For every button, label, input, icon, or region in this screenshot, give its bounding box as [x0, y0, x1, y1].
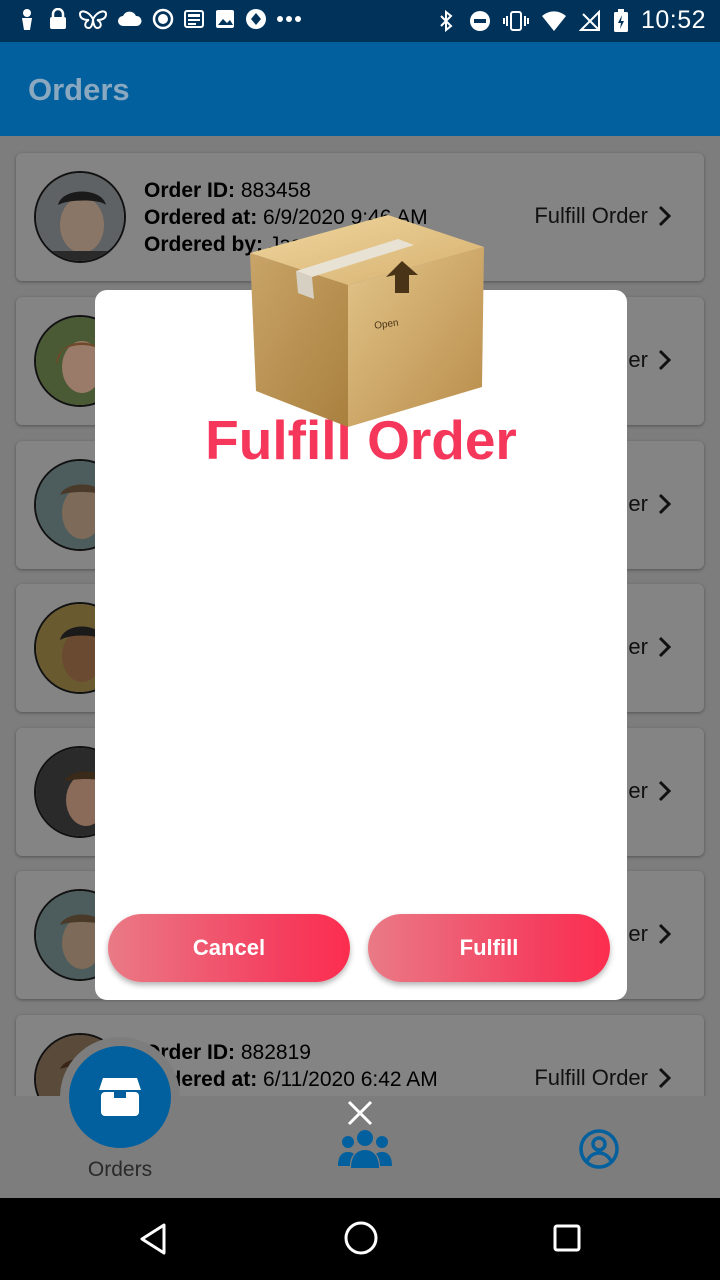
avatar: [34, 171, 126, 263]
chevron-right-icon: [658, 205, 672, 227]
lock-icon: [50, 8, 66, 29]
bluetooth-icon: [440, 9, 453, 32]
chevron-right-icon: [658, 493, 672, 515]
close-icon[interactable]: [346, 1099, 374, 1127]
vibrate-icon: [502, 10, 529, 31]
box-illustration: Open: [250, 215, 484, 427]
chevron-right-icon: [658, 1067, 672, 1089]
clock: 10:52: [640, 6, 706, 34]
person-icon: [22, 9, 32, 30]
more-dots-icon: [277, 16, 301, 22]
chevron-right-icon: [658, 349, 672, 371]
order-id: 883458: [235, 179, 311, 202]
order-id-label: Order ID:: [144, 179, 236, 202]
butterfly-icon: [78, 10, 108, 30]
notification-icons: [16, 8, 302, 30]
box-icon: [99, 1078, 141, 1116]
chevron-right-icon: [658, 780, 672, 802]
news-icon: [184, 10, 204, 28]
fulfill-order-link[interactable]: Fulfill Order: [534, 1065, 648, 1091]
system-navigation-bar: [0, 1198, 720, 1280]
profile-icon[interactable]: [578, 1128, 620, 1170]
battery-charging-icon: [613, 8, 628, 32]
cancel-button[interactable]: Cancel: [108, 914, 350, 982]
nav-orders-label: Orders: [87, 1158, 153, 1181]
order-date: 6/11/2020 6:42 AM: [257, 1068, 438, 1091]
nav-orders-button[interactable]: [69, 1046, 171, 1148]
people-icon[interactable]: [338, 1128, 392, 1168]
back-icon[interactable]: [138, 1222, 168, 1256]
image-icon: [216, 10, 234, 28]
page-title: Orders: [28, 72, 130, 107]
navigation-icon: [246, 9, 266, 29]
no-signal-icon: [578, 9, 600, 31]
order-id: 882819: [235, 1041, 311, 1064]
wifi-icon: [541, 10, 566, 31]
system-status-icons: 10:52: [435, 6, 706, 35]
app-bar: Orders: [0, 42, 720, 136]
recent-apps-icon[interactable]: [552, 1223, 582, 1253]
order-details: Order ID: 882819 Ordered at: 6/11/2020 6…: [144, 1039, 438, 1093]
do-not-disturb-icon: [469, 10, 490, 31]
circle-icon: [152, 8, 174, 30]
status-bar: 10:52: [0, 0, 720, 42]
chevron-right-icon: [658, 923, 672, 945]
cloud-icon: [118, 11, 142, 26]
home-icon[interactable]: [343, 1220, 379, 1256]
fulfill-order-link[interactable]: Fulfill Order: [534, 203, 648, 229]
chevron-right-icon: [658, 636, 672, 658]
fulfill-button[interactable]: Fulfill: [368, 914, 610, 982]
